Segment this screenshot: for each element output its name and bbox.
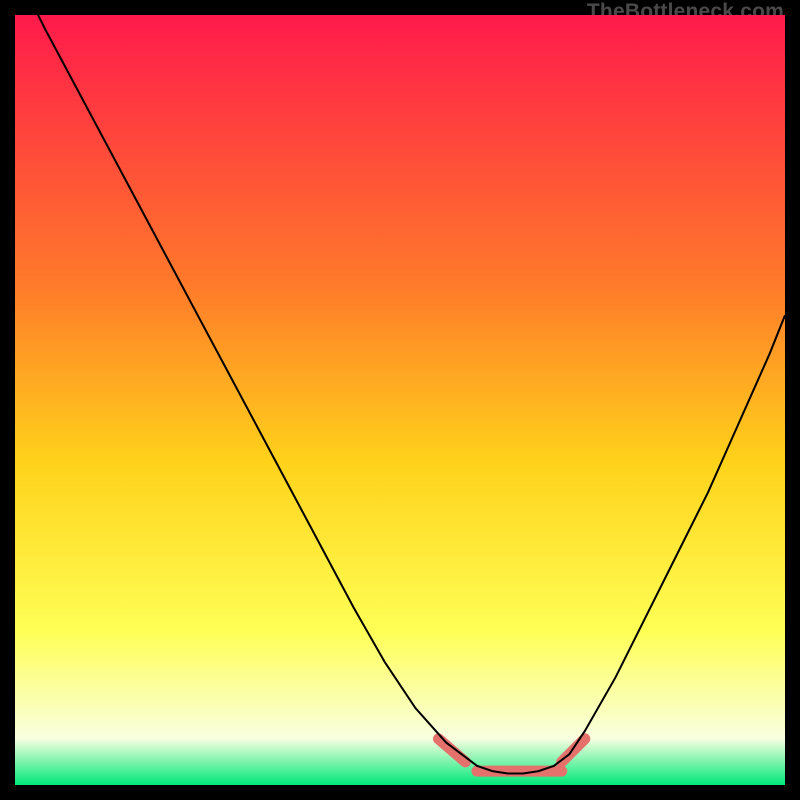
bottleneck-chart — [15, 15, 785, 785]
chart-frame: TheBottleneck.com — [0, 0, 800, 800]
gradient-background — [15, 15, 785, 785]
